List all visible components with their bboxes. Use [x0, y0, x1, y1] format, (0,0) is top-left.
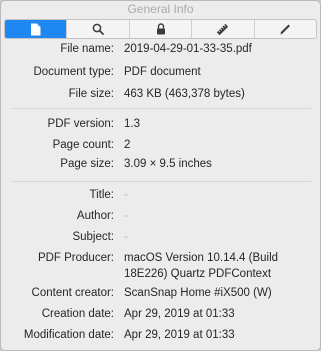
- file-name-row: File name: 2019-04-29-01-33-35.pdf: [1, 40, 320, 58]
- modification-date-label: Modification date:: [23, 329, 114, 341]
- window-title: General Info: [127, 2, 194, 16]
- document-icon: [30, 23, 41, 36]
- content-creator-label: Content creator:: [31, 287, 114, 299]
- ruler-icon: [216, 23, 229, 36]
- subject-row: Subject: -: [1, 228, 320, 246]
- page-count-label: Page count:: [52, 139, 114, 151]
- inspector-tab-bar: [4, 19, 317, 39]
- document-type-value: PDF document: [124, 66, 201, 78]
- subject-value: -: [124, 231, 128, 243]
- author-value: -: [124, 210, 128, 222]
- tab-search[interactable]: [66, 20, 128, 38]
- tab-general-info[interactable]: [5, 20, 67, 38]
- file-name-value: 2019-04-29-01-33-35.pdf: [124, 43, 252, 55]
- pen-icon: [279, 23, 291, 35]
- general-info-window: General Info File name: 2019-04-29-01-33…: [0, 0, 321, 351]
- author-row: Author: -: [1, 207, 320, 225]
- file-size-value: 463 KB (463,378 bytes): [124, 88, 245, 100]
- document-type-label: Document type:: [33, 66, 114, 78]
- page-size-label: Page size:: [60, 158, 114, 170]
- pdf-version-value: 1.3: [124, 118, 140, 130]
- content-creator-row: Content creator: ScanSnap Home #iX500 (W…: [1, 284, 320, 302]
- tab-encryption[interactable]: [128, 20, 191, 38]
- title-label: Title:: [89, 189, 115, 201]
- lock-icon: [156, 23, 166, 35]
- section-divider: [11, 108, 311, 109]
- section-divider: [11, 181, 311, 182]
- tab-cropping[interactable]: [191, 20, 253, 38]
- pdf-version-label: PDF version:: [47, 118, 114, 130]
- title-row: Title: -: [1, 186, 320, 204]
- creation-date-value: Apr 29, 2019 at 01:33: [124, 308, 235, 320]
- author-label: Author:: [76, 210, 114, 222]
- file-name-label: File name:: [60, 43, 114, 55]
- page-size-row: Page size: 3.09 × 9.5 inches: [1, 155, 320, 173]
- page-size-value: 3.09 × 9.5 inches: [124, 158, 212, 170]
- page-count-row: Page count: 2: [1, 136, 320, 154]
- search-icon: [92, 23, 105, 35]
- modification-date-row: Modification date: Apr 29, 2019 at 01:33: [1, 326, 320, 344]
- pdf-producer-row: PDF Producer: macOS Version 10.14.4 (Bui…: [1, 249, 320, 283]
- file-size-row: File size: 463 KB (463,378 bytes): [1, 85, 320, 103]
- tab-annotations[interactable]: [253, 20, 316, 38]
- subject-label: Subject:: [72, 231, 114, 243]
- file-size-label: File size:: [68, 88, 114, 100]
- modification-date-value: Apr 29, 2019 at 01:33: [124, 329, 235, 341]
- content-creator-value: ScanSnap Home #iX500 (W): [124, 287, 272, 299]
- creation-date-row: Creation date: Apr 29, 2019 at 01:33: [1, 305, 320, 323]
- page-count-value: 2: [124, 139, 131, 151]
- title-value: -: [124, 189, 128, 201]
- pdf-producer-label: PDF Producer:: [37, 252, 114, 264]
- pdf-producer-value: macOS Version 10.14.4 (Build 18E226) Qua…: [124, 252, 279, 280]
- creation-date-label: Creation date:: [41, 308, 114, 320]
- document-type-row: Document type: PDF document: [1, 63, 320, 81]
- pdf-version-row: PDF version: 1.3: [1, 115, 320, 133]
